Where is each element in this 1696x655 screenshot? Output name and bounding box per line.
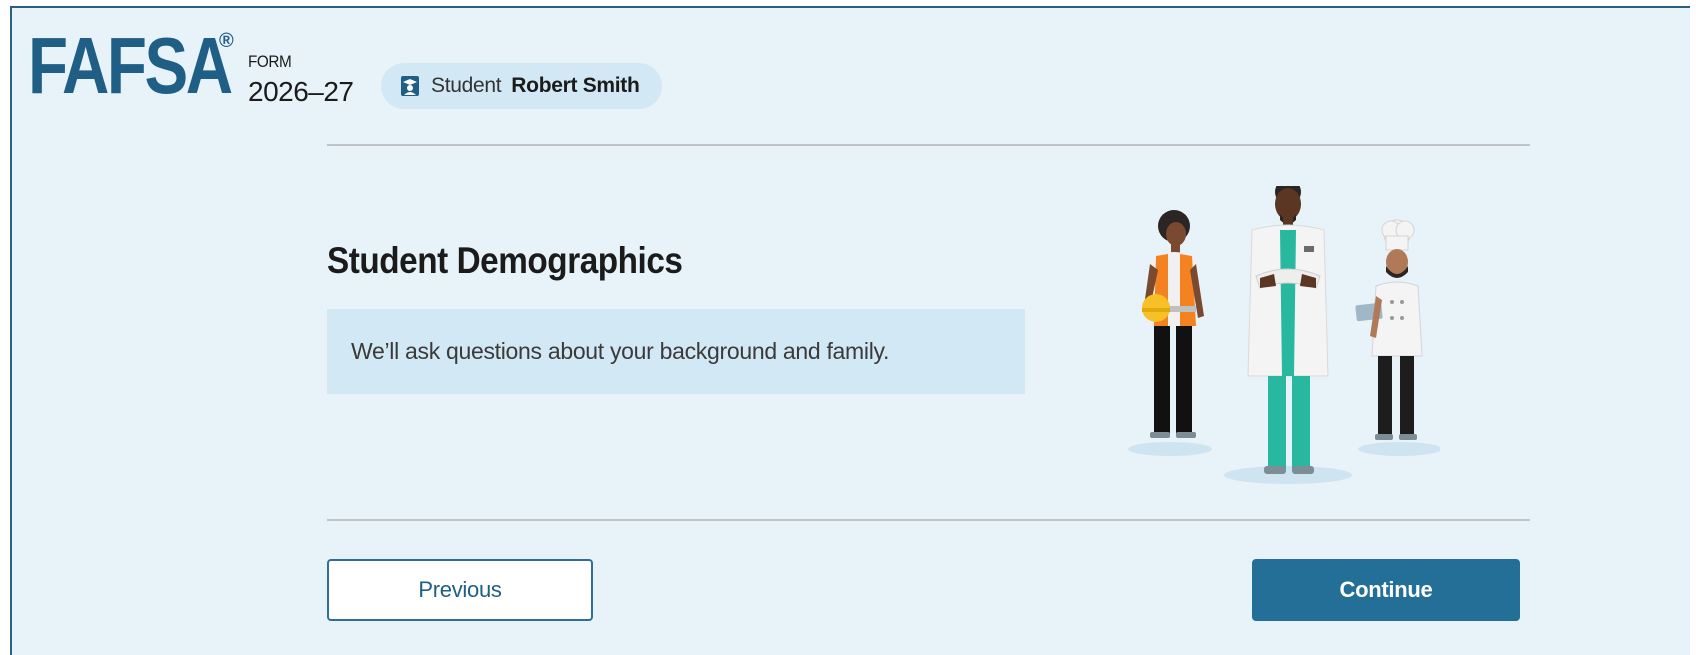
form-label: FORM (248, 52, 292, 71)
bottom-divider (327, 519, 1530, 521)
graduate-icon (399, 75, 421, 97)
student-name: Robert Smith (511, 74, 640, 97)
form-year: 2026–27 (248, 76, 354, 107)
top-divider (327, 144, 1530, 146)
doctor-figure (1247, 179, 1329, 474)
fafsa-logo: FAFSA (28, 21, 233, 110)
page-frame: FAFSA ® FORM 2026–27 Student Robert Smit… (10, 6, 1690, 655)
info-text: We’ll ask questions about your backgroun… (351, 338, 890, 364)
workers-illustration (1120, 179, 1442, 486)
page-title: Student Demographics (327, 240, 683, 281)
continue-button[interactable]: Continue (1252, 559, 1520, 621)
chef-figure (1355, 219, 1423, 440)
previous-button[interactable]: Previous (327, 559, 593, 621)
construction-worker-figure (1142, 210, 1204, 438)
student-role: Student (431, 74, 502, 97)
info-box: We’ll ask questions about your backgroun… (327, 309, 1025, 394)
registered-mark: ® (219, 30, 234, 52)
student-badge: Student Robert Smith (381, 63, 662, 109)
